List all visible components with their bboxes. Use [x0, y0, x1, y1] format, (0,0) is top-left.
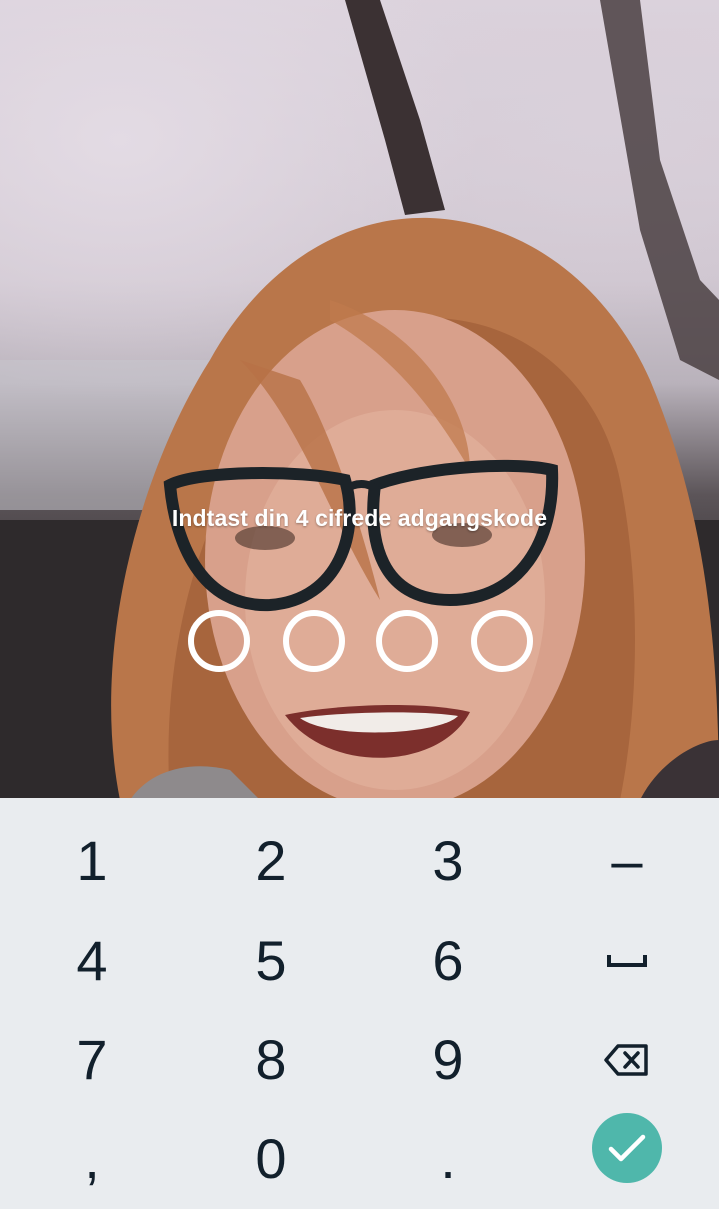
key-9[interactable]: 9 — [388, 1015, 508, 1105]
key-period-label: . — [440, 1127, 456, 1190]
key-space[interactable] — [567, 916, 687, 1006]
key-minus-label: – — [611, 829, 643, 892]
key-2-label: 2 — [255, 829, 287, 892]
pin-dot-4 — [471, 610, 533, 672]
background-photo-illustration — [0, 0, 719, 798]
backspace-key[interactable] — [567, 1015, 687, 1105]
key-comma[interactable]: , — [32, 1114, 152, 1204]
space-bar-icon — [607, 955, 647, 967]
backspace-icon — [604, 1044, 648, 1076]
key-2[interactable]: 2 — [211, 816, 331, 906]
key-1[interactable]: 1 — [32, 816, 152, 906]
key-4-label: 4 — [76, 929, 108, 992]
pin-prompt: Indtast din 4 cifrede adgangskode — [171, 505, 548, 531]
key-minus[interactable]: – — [567, 816, 687, 906]
key-3-label: 3 — [432, 829, 464, 892]
pin-dot-3 — [376, 610, 438, 672]
key-6[interactable]: 6 — [388, 916, 508, 1006]
key-9-label: 9 — [432, 1028, 464, 1091]
key-7[interactable]: 7 — [32, 1015, 152, 1105]
key-5-label: 5 — [255, 929, 287, 992]
checkmark-icon — [608, 1134, 646, 1162]
enter-button[interactable] — [592, 1113, 662, 1183]
key-comma-label: , — [84, 1127, 100, 1190]
key-4[interactable]: 4 — [32, 916, 152, 1006]
key-0-label: 0 — [255, 1127, 287, 1190]
pin-lock-screen: Indtast din 4 cifrede adgangskode 1 2 3 … — [0, 0, 719, 1209]
key-7-label: 7 — [76, 1028, 108, 1091]
key-1-label: 1 — [76, 829, 108, 892]
key-6-label: 6 — [432, 929, 464, 992]
pin-indicator-row — [0, 610, 719, 672]
pin-dot-2 — [283, 610, 345, 672]
pin-dot-1 — [188, 610, 250, 672]
background-photo — [0, 0, 719, 798]
key-8[interactable]: 8 — [211, 1015, 331, 1105]
key-0[interactable]: 0 — [211, 1114, 331, 1204]
numeric-keypad: 1 2 3 – 4 5 6 7 8 9 , 0 . — [0, 798, 719, 1209]
key-5[interactable]: 5 — [211, 916, 331, 1006]
key-3[interactable]: 3 — [388, 816, 508, 906]
key-8-label: 8 — [255, 1028, 287, 1091]
key-period[interactable]: . — [388, 1114, 508, 1204]
